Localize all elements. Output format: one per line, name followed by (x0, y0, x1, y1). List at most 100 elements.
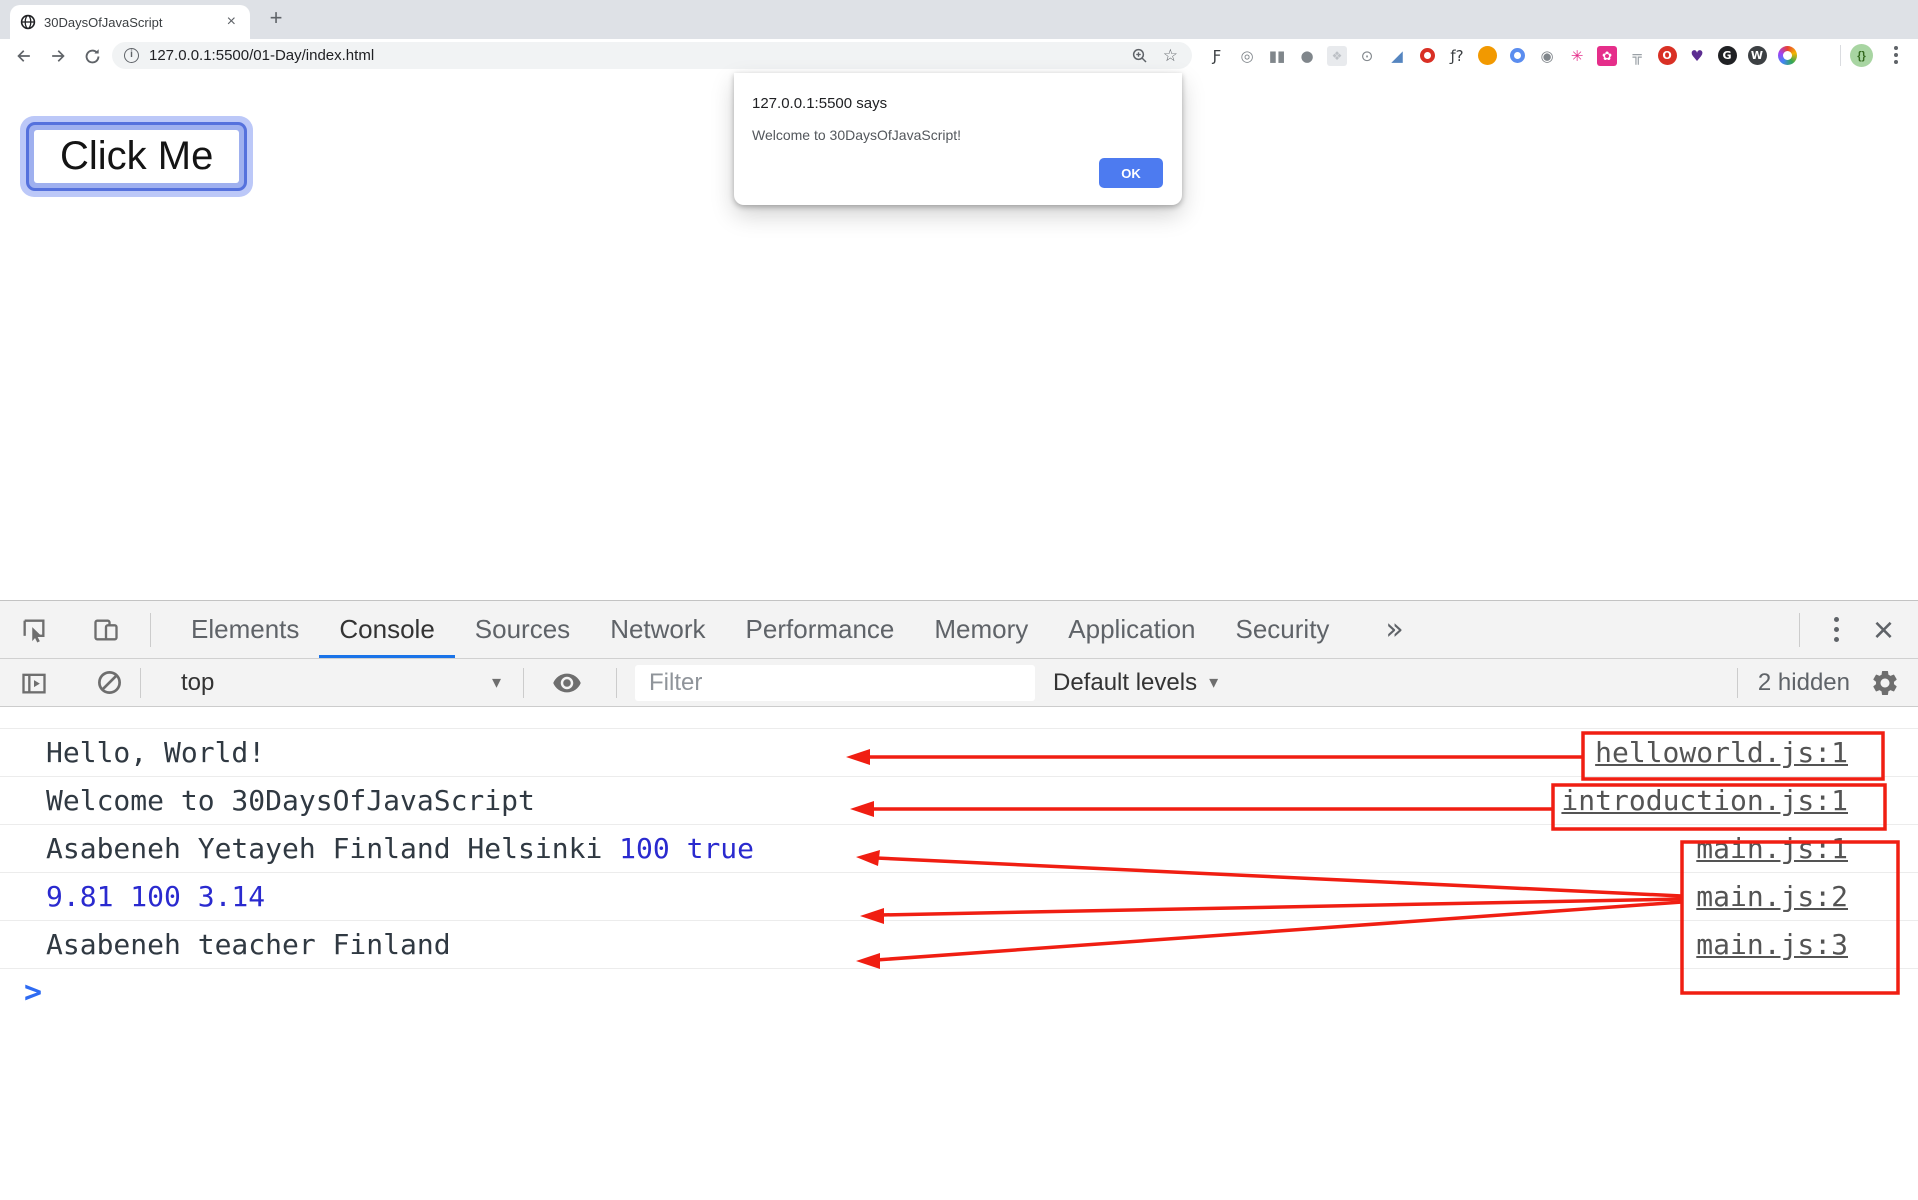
red-o-icon[interactable]: O (1655, 44, 1679, 68)
clear-console-icon[interactable] (96, 669, 123, 696)
console-message-row: Asabeneh teacher Finland main.js:3 (0, 921, 1918, 969)
w-circle-icon[interactable]: W (1745, 44, 1769, 68)
browser-tab[interactable]: 30DaysOfJavaScript × (10, 5, 250, 39)
tab-sources[interactable]: Sources (455, 601, 590, 658)
click-me-focus-ring: Click Me (20, 116, 254, 197)
toolbar-divider-4 (1736, 667, 1738, 698)
source-link[interactable]: introduction.js:1 (1561, 777, 1848, 825)
console-message-segment: Asabeneh teacher Finland (46, 928, 451, 961)
grid-icon[interactable]: ❖ (1325, 44, 1349, 68)
context-selector[interactable]: top ▾ (181, 669, 501, 697)
profile-avatar[interactable]: {} (1850, 44, 1873, 67)
toolbar-divider-3 (616, 667, 617, 698)
favicon-globe-icon (20, 14, 36, 30)
console-settings-gear-icon[interactable] (1870, 668, 1900, 698)
device-toolbar-icon[interactable] (92, 616, 120, 644)
heart-lens-icon[interactable]: ♥ (1685, 44, 1709, 68)
url-text[interactable]: 127.0.0.1:5500/01-Day/index.html (149, 47, 1131, 64)
source-link[interactable]: main.js:1 (1696, 825, 1848, 873)
devtools-tabs: Elements Console Sources Network Performance… (171, 601, 1349, 658)
swirl-icon[interactable] (1505, 44, 1529, 68)
source-link[interactable]: helloworld.js:1 (1595, 729, 1848, 777)
browser-menu-icon[interactable] (1894, 46, 1898, 64)
tab-security[interactable]: Security (1216, 601, 1350, 658)
live-expression-eye-icon[interactable] (552, 668, 582, 698)
pink-atom-icon[interactable]: ✳ (1565, 44, 1589, 68)
console-message-segment: Hello, World! (46, 736, 266, 769)
toolbar-divider (1840, 45, 1841, 66)
back-icon[interactable] (12, 44, 36, 68)
log-levels-label: Default levels (1053, 668, 1198, 696)
console-message-row: Asabeneh Yetayeh Finland Helsinki 100 tr… (0, 825, 1918, 873)
console-message-row: Welcome to 30DaysOfJavaScript introductio… (0, 777, 1918, 825)
console-message-segment: Welcome to 30DaysOfJavaScript (46, 784, 535, 817)
click-me-button[interactable]: Click Me (34, 130, 240, 183)
browser-tab-strip: 30DaysOfJavaScript × + (0, 0, 1918, 39)
console-prompt-chevron-icon: > (24, 974, 43, 1010)
camera-icon[interactable]: ◉ (1535, 44, 1559, 68)
tabbar-right-divider (1798, 612, 1800, 647)
target-icon[interactable]: ◎ (1235, 44, 1259, 68)
tab-application[interactable]: Application (1048, 601, 1215, 658)
tab-performance[interactable]: Performance (726, 601, 915, 658)
alert-dialog: 127.0.0.1:5500 says Welcome to 30DaysOfJ… (734, 73, 1182, 205)
zoom-icon[interactable] (1131, 47, 1149, 65)
browser-toolbar: i 127.0.0.1:5500/01-Day/index.html ☆ Ƒ ◎ ▮… (0, 39, 1918, 72)
url-bar[interactable]: i 127.0.0.1:5500/01-Day/index.html ☆ (112, 42, 1192, 69)
bookmark-star-icon[interactable]: ☆ (1163, 46, 1178, 66)
devtools-close-icon[interactable]: × (1873, 611, 1894, 647)
toolbar-divider-2 (523, 667, 524, 698)
console-sidebar-toggle-icon[interactable] (20, 669, 48, 697)
forward-icon[interactable] (46, 44, 70, 68)
console-rows: Hello, World! helloworld.js:1 Welcome to 3… (0, 728, 1918, 969)
tab-close-icon[interactable]: × (223, 14, 240, 30)
console-prompt-row[interactable]: > (0, 969, 1918, 1015)
console-message-row: Hello, World! helloworld.js:1 (0, 729, 1918, 777)
color-wheel-icon[interactable] (1775, 44, 1799, 68)
inspect-element-icon[interactable] (20, 616, 48, 644)
devtools-menu-icon[interactable] (1826, 617, 1847, 642)
console-message-segment: 100 true (619, 832, 755, 865)
page-info-icon[interactable]: i (124, 48, 139, 63)
power-circle-icon[interactable]: G (1715, 44, 1739, 68)
extensions-row: Ƒ ◎ ▮▮ ● ❖ ⊙ ◢ ƒ? ◉ ✳ ✿ ╦ O ♥ G W (1205, 39, 1799, 72)
blocks-icon[interactable]: ╦ (1625, 44, 1649, 68)
alert-ok-button[interactable]: OK (1099, 158, 1163, 188)
tab-network[interactable]: Network (590, 601, 725, 658)
chevron-down-icon: ▾ (491, 672, 501, 693)
more-tabs-icon[interactable]: » (1385, 612, 1403, 647)
eyedropper-icon[interactable]: ◢ (1385, 44, 1409, 68)
megaphone-icon[interactable] (1475, 44, 1499, 68)
context-label: top (181, 668, 215, 696)
source-link[interactable]: main.js:2 (1696, 873, 1848, 921)
new-tab-button[interactable]: + (262, 4, 290, 32)
tab-memory[interactable]: Memory (914, 601, 1048, 658)
tabbar-divider (150, 612, 151, 647)
source-link[interactable]: main.js:3 (1696, 921, 1848, 969)
fn-question-icon[interactable]: ƒ? (1445, 44, 1469, 68)
log-levels-selector[interactable]: Default levels ▾ (1053, 669, 1218, 697)
tab-console[interactable]: Console (319, 601, 454, 658)
brackets-circle-icon[interactable]: ⊙ (1355, 44, 1379, 68)
script-f-icon[interactable]: Ƒ (1205, 44, 1229, 68)
filter-input[interactable] (635, 664, 1035, 701)
stop-ring-icon[interactable] (1415, 44, 1439, 68)
pink-gear-icon[interactable]: ✿ (1595, 44, 1619, 68)
reload-icon[interactable] (80, 44, 104, 68)
tab-elements[interactable]: Elements (171, 601, 319, 658)
bug-icon[interactable]: ● (1295, 44, 1319, 68)
console-toolbar: top ▾ Default levels ▾ 2 hidden (0, 659, 1918, 707)
devtools-tab-bar: Elements Console Sources Network Performance… (0, 601, 1918, 659)
tab-title: 30DaysOfJavaScript (44, 14, 163, 30)
chevron-down-icon: ▾ (1209, 672, 1219, 693)
hidden-messages-badge[interactable]: 2 hidden (1758, 669, 1850, 697)
console-message-segment: Asabeneh Yetayeh Finland Helsinki (46, 832, 620, 865)
alert-message: Welcome to 30DaysOfJavaScript! (752, 127, 962, 143)
console-message-segment: 9.81 100 3.14 (46, 880, 266, 913)
toolbar-divider-1 (140, 667, 141, 698)
alert-title: 127.0.0.1:5500 says (752, 95, 888, 112)
console-message-row: 9.81 100 3.14 main.js:2 (0, 873, 1918, 921)
columns-icon[interactable]: ▮▮ (1265, 44, 1289, 68)
console-messages-area: Hello, World! helloworld.js:1 Welcome to 3… (0, 728, 1918, 1015)
devtools-panel: Elements Console Sources Network Performance… (0, 600, 1918, 1200)
